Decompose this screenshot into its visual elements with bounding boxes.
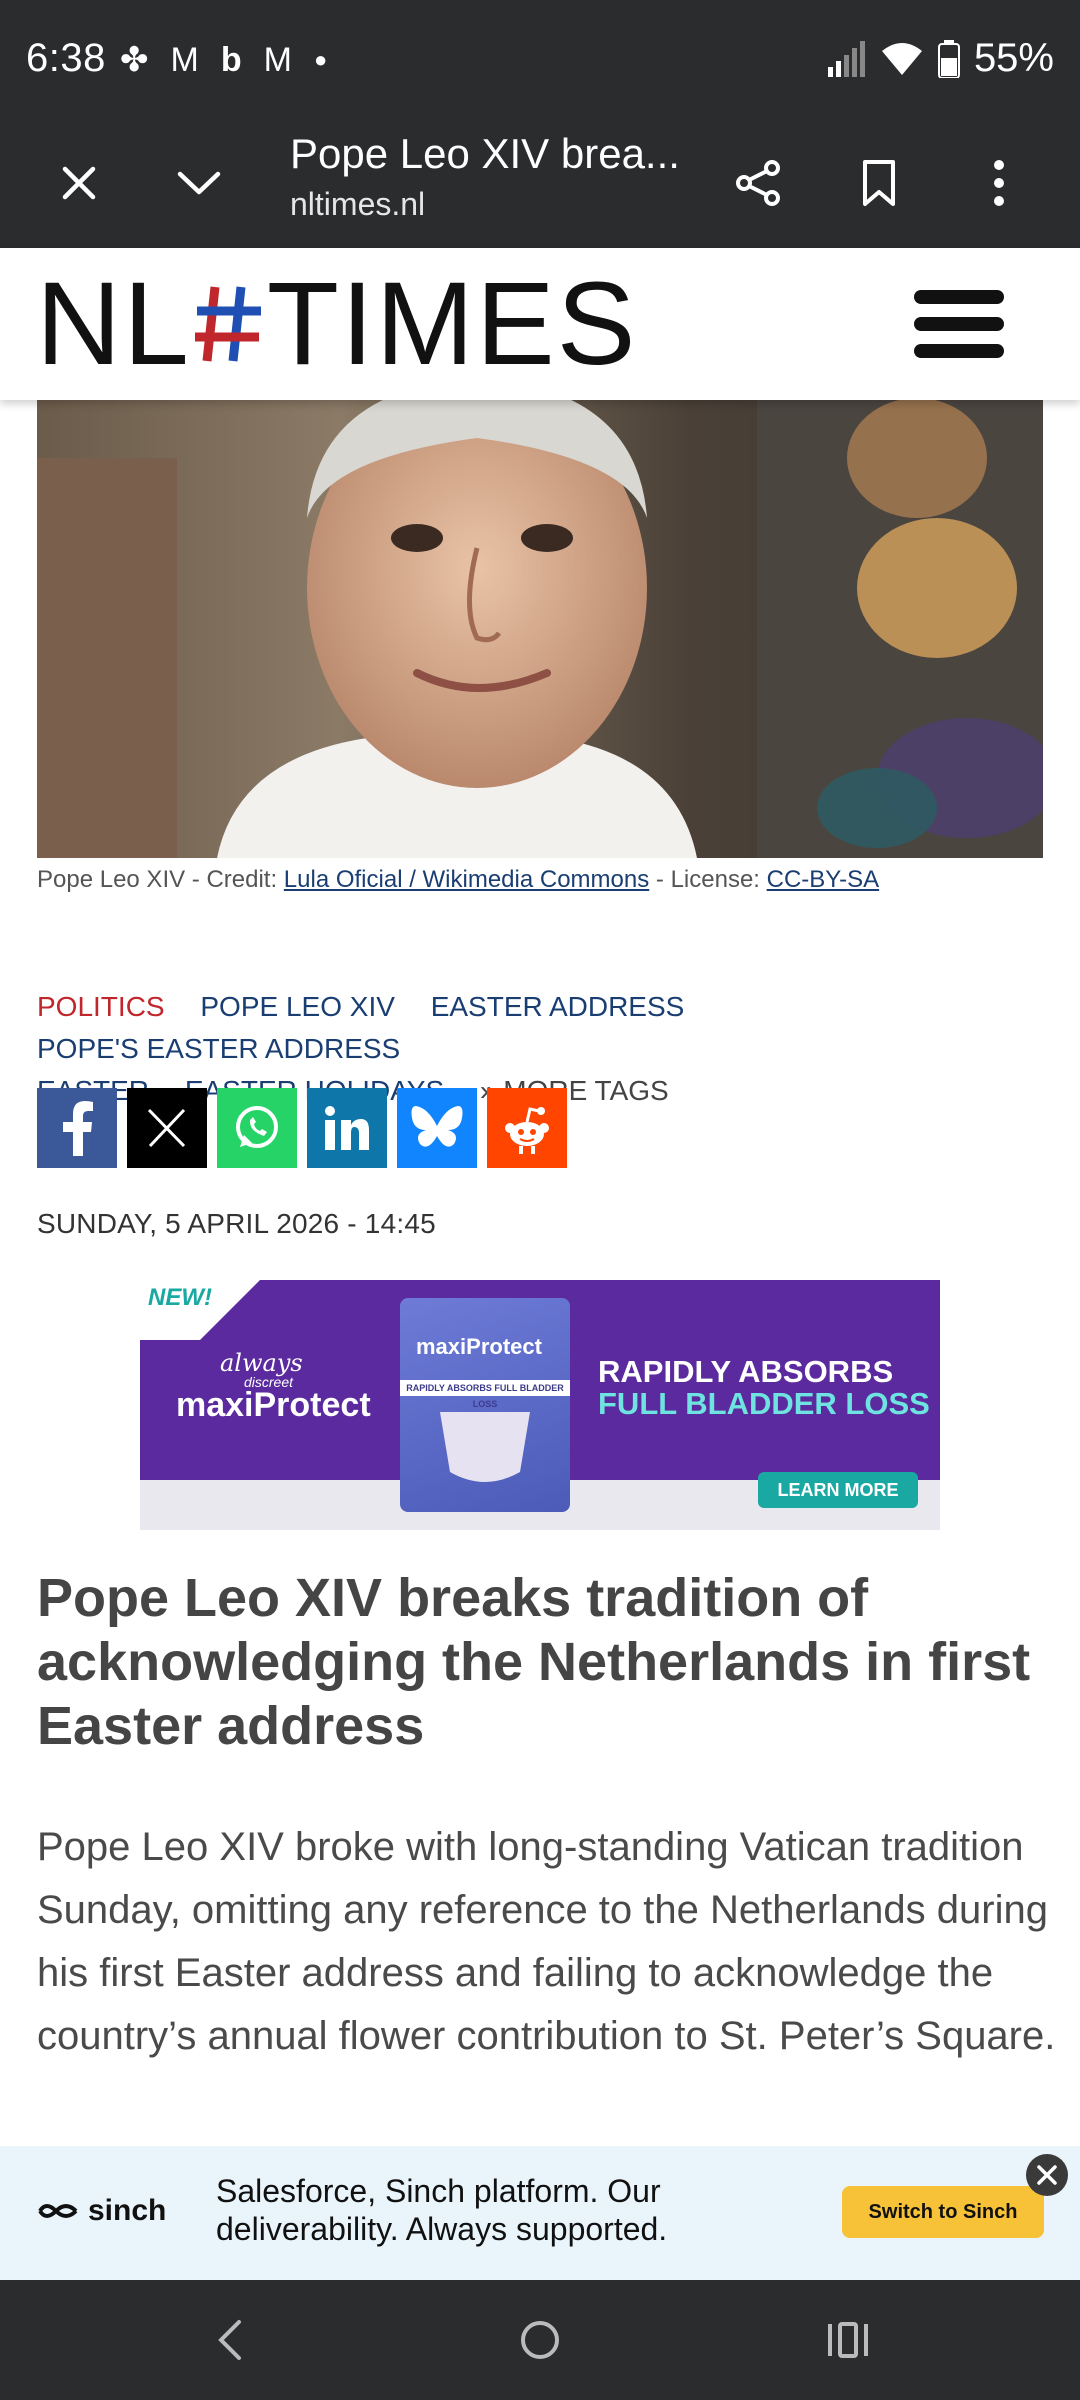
close-ad-button[interactable] — [1026, 2154, 1068, 2196]
tag-politics[interactable]: POLITICS — [37, 991, 165, 1022]
x-icon — [147, 1108, 186, 1148]
bookmark-button[interactable] — [844, 148, 914, 218]
gmail-icon: M — [263, 41, 292, 79]
credit-link[interactable]: Lula Oficial / Wikimedia Commons — [284, 866, 649, 893]
share-button[interactable] — [724, 148, 794, 218]
sinch-brand-name: sinch — [88, 2194, 167, 2227]
recents-icon — [828, 2322, 868, 2358]
back-icon — [218, 2320, 241, 2360]
whatsapp-icon — [236, 1106, 278, 1148]
url-display[interactable]: nltimes.nl — [290, 186, 425, 223]
ad-learn-more-button[interactable]: LEARN MORE — [758, 1472, 918, 1508]
logo-hash-icon — [194, 286, 261, 362]
status-bar: 6:38 ✤ M b M ● 55% — [0, 0, 1080, 120]
x-share-button[interactable] — [127, 1088, 207, 1168]
hero-image — [37, 398, 1043, 858]
linkedin-share-button[interactable] — [307, 1088, 387, 1168]
status-time: 6:38 — [26, 36, 106, 80]
tab-title[interactable]: Pope Leo XIV brea... — [290, 130, 680, 178]
system-nav-bar — [0, 2280, 1080, 2400]
tag-pope-leo-xiv[interactable]: POPE LEO XIV — [200, 991, 395, 1022]
ad-brand-maxiprotect: maxiProtect — [176, 1386, 371, 1424]
hero-caption: Pope Leo XIV - Credit: Lula Oficial / Wi… — [37, 866, 879, 894]
sinch-logo-icon — [38, 2204, 78, 2218]
hamburger-line — [914, 344, 1004, 358]
home-icon — [521, 2321, 559, 2359]
ad-brand-always: always — [220, 1349, 303, 1377]
facebook-icon — [63, 1101, 93, 1156]
battery-icon — [937, 39, 960, 78]
bing-icon: b — [220, 41, 242, 79]
more-vert-icon — [994, 160, 1004, 206]
pope-portrait — [37, 398, 1043, 858]
bluesky-share-button[interactable] — [397, 1088, 477, 1168]
share-buttons — [37, 1088, 567, 1168]
sticky-bottom-ad[interactable]: sinch Salesforce, Sinch platform. Our de… — [0, 2146, 1080, 2280]
dot-icon: ● — [313, 47, 328, 72]
signal-icon — [827, 40, 865, 77]
reddit-icon — [505, 1107, 549, 1154]
tag-easter-address[interactable]: EASTER ADDRESS — [431, 991, 685, 1022]
hamburger-line — [914, 290, 1004, 304]
menu-button[interactable] — [964, 148, 1034, 218]
bluesky-icon — [411, 1106, 463, 1147]
caption-middle: - License: — [649, 866, 767, 893]
bottom-ad-text: Salesforce, Sinch platform. Our delivera… — [216, 2173, 668, 2247]
pinwheel-icon: ✤ — [120, 41, 149, 79]
ad-headline-line1: RAPIDLY ABSORBS — [598, 1354, 894, 1389]
share-icon — [736, 160, 780, 206]
site-logo[interactable]: NL TIMES — [36, 258, 638, 390]
whatsapp-share-button[interactable] — [217, 1088, 297, 1168]
status-right: 55% — [826, 36, 1054, 81]
back-button[interactable] — [200, 2310, 260, 2370]
caption-prefix: Pope Leo XIV - Credit: — [37, 866, 284, 893]
battery-percent: 55% — [973, 36, 1054, 80]
hamburger-line — [914, 317, 1004, 331]
article-headline: Pope Leo XIV breaks tradition of acknowl… — [37, 1568, 1031, 1756]
logo-nl: NL — [36, 258, 191, 390]
hamburger-menu-button[interactable] — [914, 290, 1004, 358]
close-icon — [1037, 2165, 1057, 2185]
close-tab-button[interactable] — [44, 148, 114, 218]
license-link[interactable]: CC-BY-SA — [767, 866, 879, 893]
linkedin-icon — [325, 1106, 369, 1150]
ad-product-image — [440, 1412, 530, 1482]
wifi-icon — [881, 42, 922, 75]
site-header: NL TIMES — [0, 248, 1080, 400]
facebook-share-button[interactable] — [37, 1088, 117, 1168]
ad-headline-line2: FULL BLADDER LOSS — [598, 1386, 930, 1421]
ad-product-label: maxiProtect — [416, 1334, 542, 1359]
article-date: SUNDAY, 5 APRIL 2026 - 14:45 — [37, 1208, 436, 1239]
gmail-icon: M — [170, 41, 199, 79]
logo-times: TIMES — [266, 258, 638, 390]
close-icon — [62, 166, 96, 200]
recents-button[interactable] — [818, 2310, 878, 2370]
sinch-logo: sinch — [36, 2194, 166, 2228]
reddit-share-button[interactable] — [487, 1088, 567, 1168]
ad-new-badge: NEW! — [148, 1284, 212, 1311]
article-lede: Pope Leo XIV broke with long-standing Va… — [37, 1825, 1056, 2058]
chevron-down-icon — [177, 171, 221, 195]
notification-icons: ✤ M b M ● — [120, 40, 327, 80]
home-button[interactable] — [510, 2310, 570, 2370]
bookmark-icon — [863, 160, 895, 206]
tag-popes-easter-address[interactable]: POPE'S EASTER ADDRESS — [37, 1033, 400, 1064]
advertisement-banner[interactable]: NEW! always discreet maxiProtect maxiPro… — [140, 1280, 940, 1530]
browser-toolbar: Pope Leo XIV brea... nltimes.nl — [0, 120, 1080, 248]
ad-product-strip: RAPIDLY ABSORBS FULL BLADDER LOSS — [400, 1380, 570, 1409]
minimize-button[interactable] — [164, 148, 234, 218]
switch-to-sinch-button[interactable]: Switch to Sinch — [842, 2186, 1044, 2238]
ad-product-package: maxiProtect RAPIDLY ABSORBS FULL BLADDER… — [400, 1298, 570, 1512]
